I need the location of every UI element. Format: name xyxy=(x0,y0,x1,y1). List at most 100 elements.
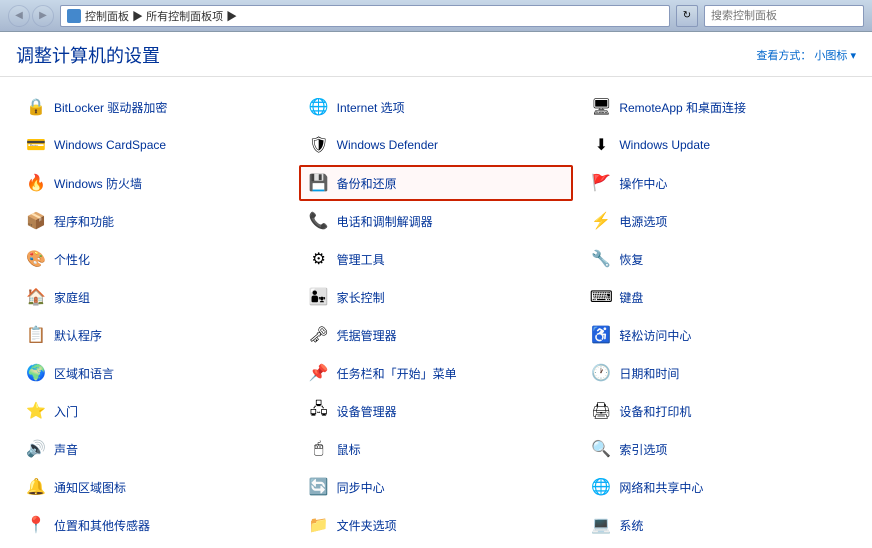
default-programs-label[interactable]: 默认程序 xyxy=(54,327,102,344)
item-system[interactable]: 💻 系统 xyxy=(581,507,856,543)
items-container: 🔒 BitLocker 驱动器加密 🌐 Internet 选项 🖥RemoteApp 和… xyxy=(0,77,872,548)
item-sound[interactable]: 🔊声音 xyxy=(16,431,291,467)
region-lang-label[interactable]: 区域和语言 xyxy=(54,365,114,382)
device-mgr-label[interactable]: 设备管理器 xyxy=(337,403,397,420)
page-title: 调整计算机的设置 xyxy=(16,42,160,68)
item-folder-options[interactable]: 📁文件夹选项 xyxy=(299,507,574,543)
view-label: 查看方式： xyxy=(756,50,811,62)
parental-controls-label[interactable]: 家长控制 xyxy=(337,289,385,306)
item-device-mgr[interactable]: 🖧设备管理器 xyxy=(299,393,574,429)
item-backup-restore[interactable]: 💾备份和还原 xyxy=(299,165,574,201)
item-power-options[interactable]: ⚡电源选项 xyxy=(581,203,856,239)
recovery-icon: 🔧 xyxy=(589,247,613,271)
item-ease-access[interactable]: ♿ 轻松访问中心 xyxy=(581,317,856,353)
item-mouse[interactable]: 🖱 鼠标 xyxy=(299,431,574,467)
item-devices-printers[interactable]: 🖨 设备和打印机 xyxy=(581,393,856,429)
item-bitlocker[interactable]: 🔒 BitLocker 驱动器加密 xyxy=(16,89,291,125)
item-action-center[interactable]: 🚩操作中心 xyxy=(581,165,856,201)
backup-restore-label[interactable]: 备份和还原 xyxy=(337,175,397,192)
items-grid: 🔒 BitLocker 驱动器加密 🌐 Internet 选项 🖥RemoteApp 和… xyxy=(16,89,856,548)
action-center-label[interactable]: 操作中心 xyxy=(619,175,667,192)
mouse-label[interactable]: 鼠标 xyxy=(337,441,361,458)
defender-label[interactable]: Windows Defender xyxy=(337,138,438,152)
item-admin-tools[interactable]: ⚙管理工具 xyxy=(299,241,574,277)
view-value-link[interactable]: 小图标 ▾ xyxy=(814,50,856,62)
remoteapp-label[interactable]: RemoteApp 和桌面连接 xyxy=(619,99,746,116)
item-programs[interactable]: 📦程序和功能 xyxy=(16,203,291,239)
region-lang-icon: 🌍 xyxy=(24,361,48,385)
location-sensors-label[interactable]: 位置和其他传感器 xyxy=(54,517,150,534)
sync-center-icon: 🔄 xyxy=(307,475,331,499)
folder-options-label[interactable]: 文件夹选项 xyxy=(337,517,397,534)
keyboard-icon: ⌨ xyxy=(589,285,613,309)
forward-button[interactable]: ▶ xyxy=(32,5,54,27)
item-internet-options[interactable]: 🌐 Internet 选项 xyxy=(299,89,574,125)
getting-started-icon: ⭐ xyxy=(24,399,48,423)
system-icon: 💻 xyxy=(589,513,613,537)
internet-options-icon: 🌐 xyxy=(307,95,331,119)
admin-tools-label[interactable]: 管理工具 xyxy=(337,251,385,268)
item-credential-mgr[interactable]: 🗝 凭据管理器 xyxy=(299,317,574,353)
ease-access-icon: ♿ xyxy=(589,323,613,347)
ease-access-label[interactable]: 轻松访问中心 xyxy=(619,327,691,344)
bitlocker-label[interactable]: BitLocker 驱动器加密 xyxy=(54,99,167,116)
power-options-label[interactable]: 电源选项 xyxy=(619,213,667,230)
item-date-time[interactable]: 🕐日期和时间 xyxy=(581,355,856,391)
item-location-sensors[interactable]: 📍位置和其他传感器 xyxy=(16,507,291,543)
item-homegroup[interactable]: 🏠 家庭组 xyxy=(16,279,291,315)
personalization-label[interactable]: 个性化 xyxy=(54,251,90,268)
item-keyboard[interactable]: ⌨ 键盘 xyxy=(581,279,856,315)
homegroup-label[interactable]: 家庭组 xyxy=(54,289,90,306)
item-phone-modem[interactable]: 📞电话和调制解调器 xyxy=(299,203,574,239)
personalization-icon: 🎨 xyxy=(24,247,48,271)
devices-printers-icon: 🖨 xyxy=(589,399,613,423)
getting-started-label[interactable]: 入门 xyxy=(54,403,78,420)
date-time-label[interactable]: 日期和时间 xyxy=(619,365,679,382)
item-index-options[interactable]: 🔍 索引选项 xyxy=(581,431,856,467)
item-notification-icons[interactable]: 🔔 通知区域图标 xyxy=(16,469,291,505)
keyboard-label[interactable]: 键盘 xyxy=(619,289,643,306)
sync-center-label[interactable]: 同步中心 xyxy=(337,479,385,496)
cardspace-label[interactable]: Windows CardSpace xyxy=(54,138,166,152)
item-personalization[interactable]: 🎨 个性化 xyxy=(16,241,291,277)
item-default-programs[interactable]: 📋默认程序 xyxy=(16,317,291,353)
item-parental-controls[interactable]: 👨‍👧家长控制 xyxy=(299,279,574,315)
sound-label[interactable]: 声音 xyxy=(54,441,78,458)
taskbar-start-label[interactable]: 任务栏和「开始」菜单 xyxy=(337,365,457,382)
item-remoteapp[interactable]: 🖥RemoteApp 和桌面连接 xyxy=(581,89,856,125)
homegroup-icon: 🏠 xyxy=(24,285,48,309)
devices-printers-label[interactable]: 设备和打印机 xyxy=(619,403,691,420)
notification-icons-icon: 🔔 xyxy=(24,475,48,499)
item-defender[interactable]: 🛡Windows Defender xyxy=(299,127,574,163)
address-bar[interactable]: 控制面板 ▶ 所有控制面板项 ▶ xyxy=(60,5,670,27)
credential-mgr-label[interactable]: 凭据管理器 xyxy=(337,327,397,344)
address-icon xyxy=(67,9,81,23)
item-network-sharing[interactable]: 🌐网络和共享中心 xyxy=(581,469,856,505)
recovery-label[interactable]: 恢复 xyxy=(619,251,643,268)
programs-label[interactable]: 程序和功能 xyxy=(54,213,114,230)
item-recovery[interactable]: 🔧 恢复 xyxy=(581,241,856,277)
item-firewall[interactable]: 🔥Windows 防火墙 xyxy=(16,165,291,201)
phone-modem-label[interactable]: 电话和调制解调器 xyxy=(337,213,433,230)
bitlocker-icon: 🔒 xyxy=(24,95,48,119)
index-options-icon: 🔍 xyxy=(589,437,613,461)
back-button[interactable]: ◀ xyxy=(8,5,30,27)
notification-icons-label[interactable]: 通知区域图标 xyxy=(54,479,126,496)
item-region-lang[interactable]: 🌍 区域和语言 xyxy=(16,355,291,391)
refresh-button[interactable]: ↻ xyxy=(676,5,698,27)
internet-options-label[interactable]: Internet 选项 xyxy=(337,99,405,116)
system-label[interactable]: 系统 xyxy=(619,517,643,534)
item-getting-started[interactable]: ⭐ 入门 xyxy=(16,393,291,429)
firewall-label[interactable]: Windows 防火墙 xyxy=(54,175,142,192)
windows-update-label[interactable]: Windows Update xyxy=(619,138,710,152)
index-options-label[interactable]: 索引选项 xyxy=(619,441,667,458)
item-windows-update[interactable]: ⬇Windows Update xyxy=(581,127,856,163)
search-input[interactable] xyxy=(704,5,864,27)
item-sync-center[interactable]: 🔄 同步中心 xyxy=(299,469,574,505)
item-taskbar-start[interactable]: 📌任务栏和「开始」菜单 xyxy=(299,355,574,391)
item-cardspace[interactable]: 💳 Windows CardSpace xyxy=(16,127,291,163)
mouse-icon: 🖱 xyxy=(307,437,331,461)
network-sharing-label[interactable]: 网络和共享中心 xyxy=(619,479,703,496)
cardspace-icon: 💳 xyxy=(24,133,48,157)
credential-mgr-icon: 🗝 xyxy=(307,323,331,347)
